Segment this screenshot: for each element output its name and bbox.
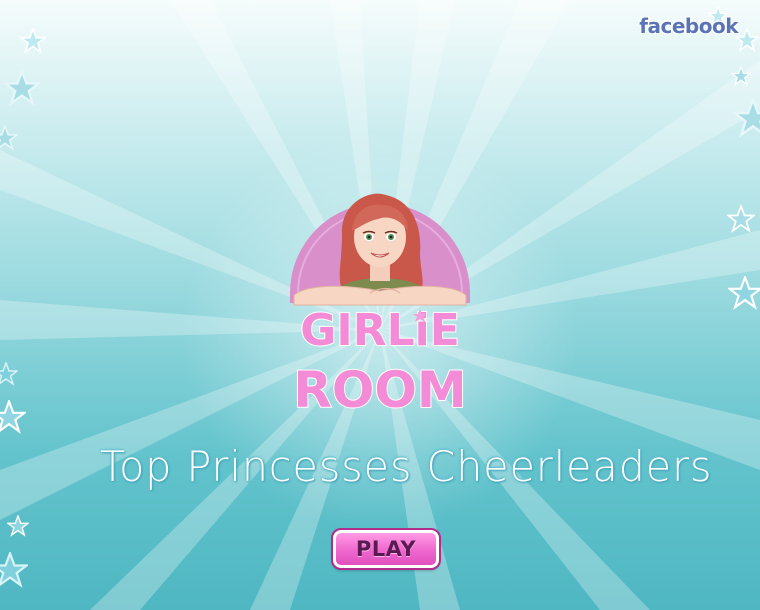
game-start-screen: facebook GIRLiE ROOM Top Princesses Chee…	[0, 0, 760, 610]
star-icon	[0, 552, 28, 588]
star-icon	[4, 70, 40, 106]
star-icon	[727, 205, 755, 233]
play-button[interactable]: PLAY	[331, 528, 441, 570]
star-icon	[7, 515, 29, 537]
play-button-label: PLAY	[355, 537, 417, 561]
brand-line1: GIRLiE	[300, 305, 460, 356]
star-icon	[0, 400, 26, 434]
star-icon	[0, 362, 18, 386]
star-icon	[0, 125, 18, 151]
star-icon	[731, 66, 751, 86]
game-title: Top Princesses Cheerleaders	[100, 442, 713, 491]
star-icon	[728, 276, 760, 310]
facebook-link[interactable]: facebook	[639, 14, 738, 38]
star-icon	[733, 98, 760, 138]
girlie-room-logo: GIRLiE ROOM	[290, 193, 470, 420]
star-icon	[735, 28, 759, 52]
brand-line2: ROOM	[293, 361, 466, 419]
star-icon	[20, 28, 46, 54]
